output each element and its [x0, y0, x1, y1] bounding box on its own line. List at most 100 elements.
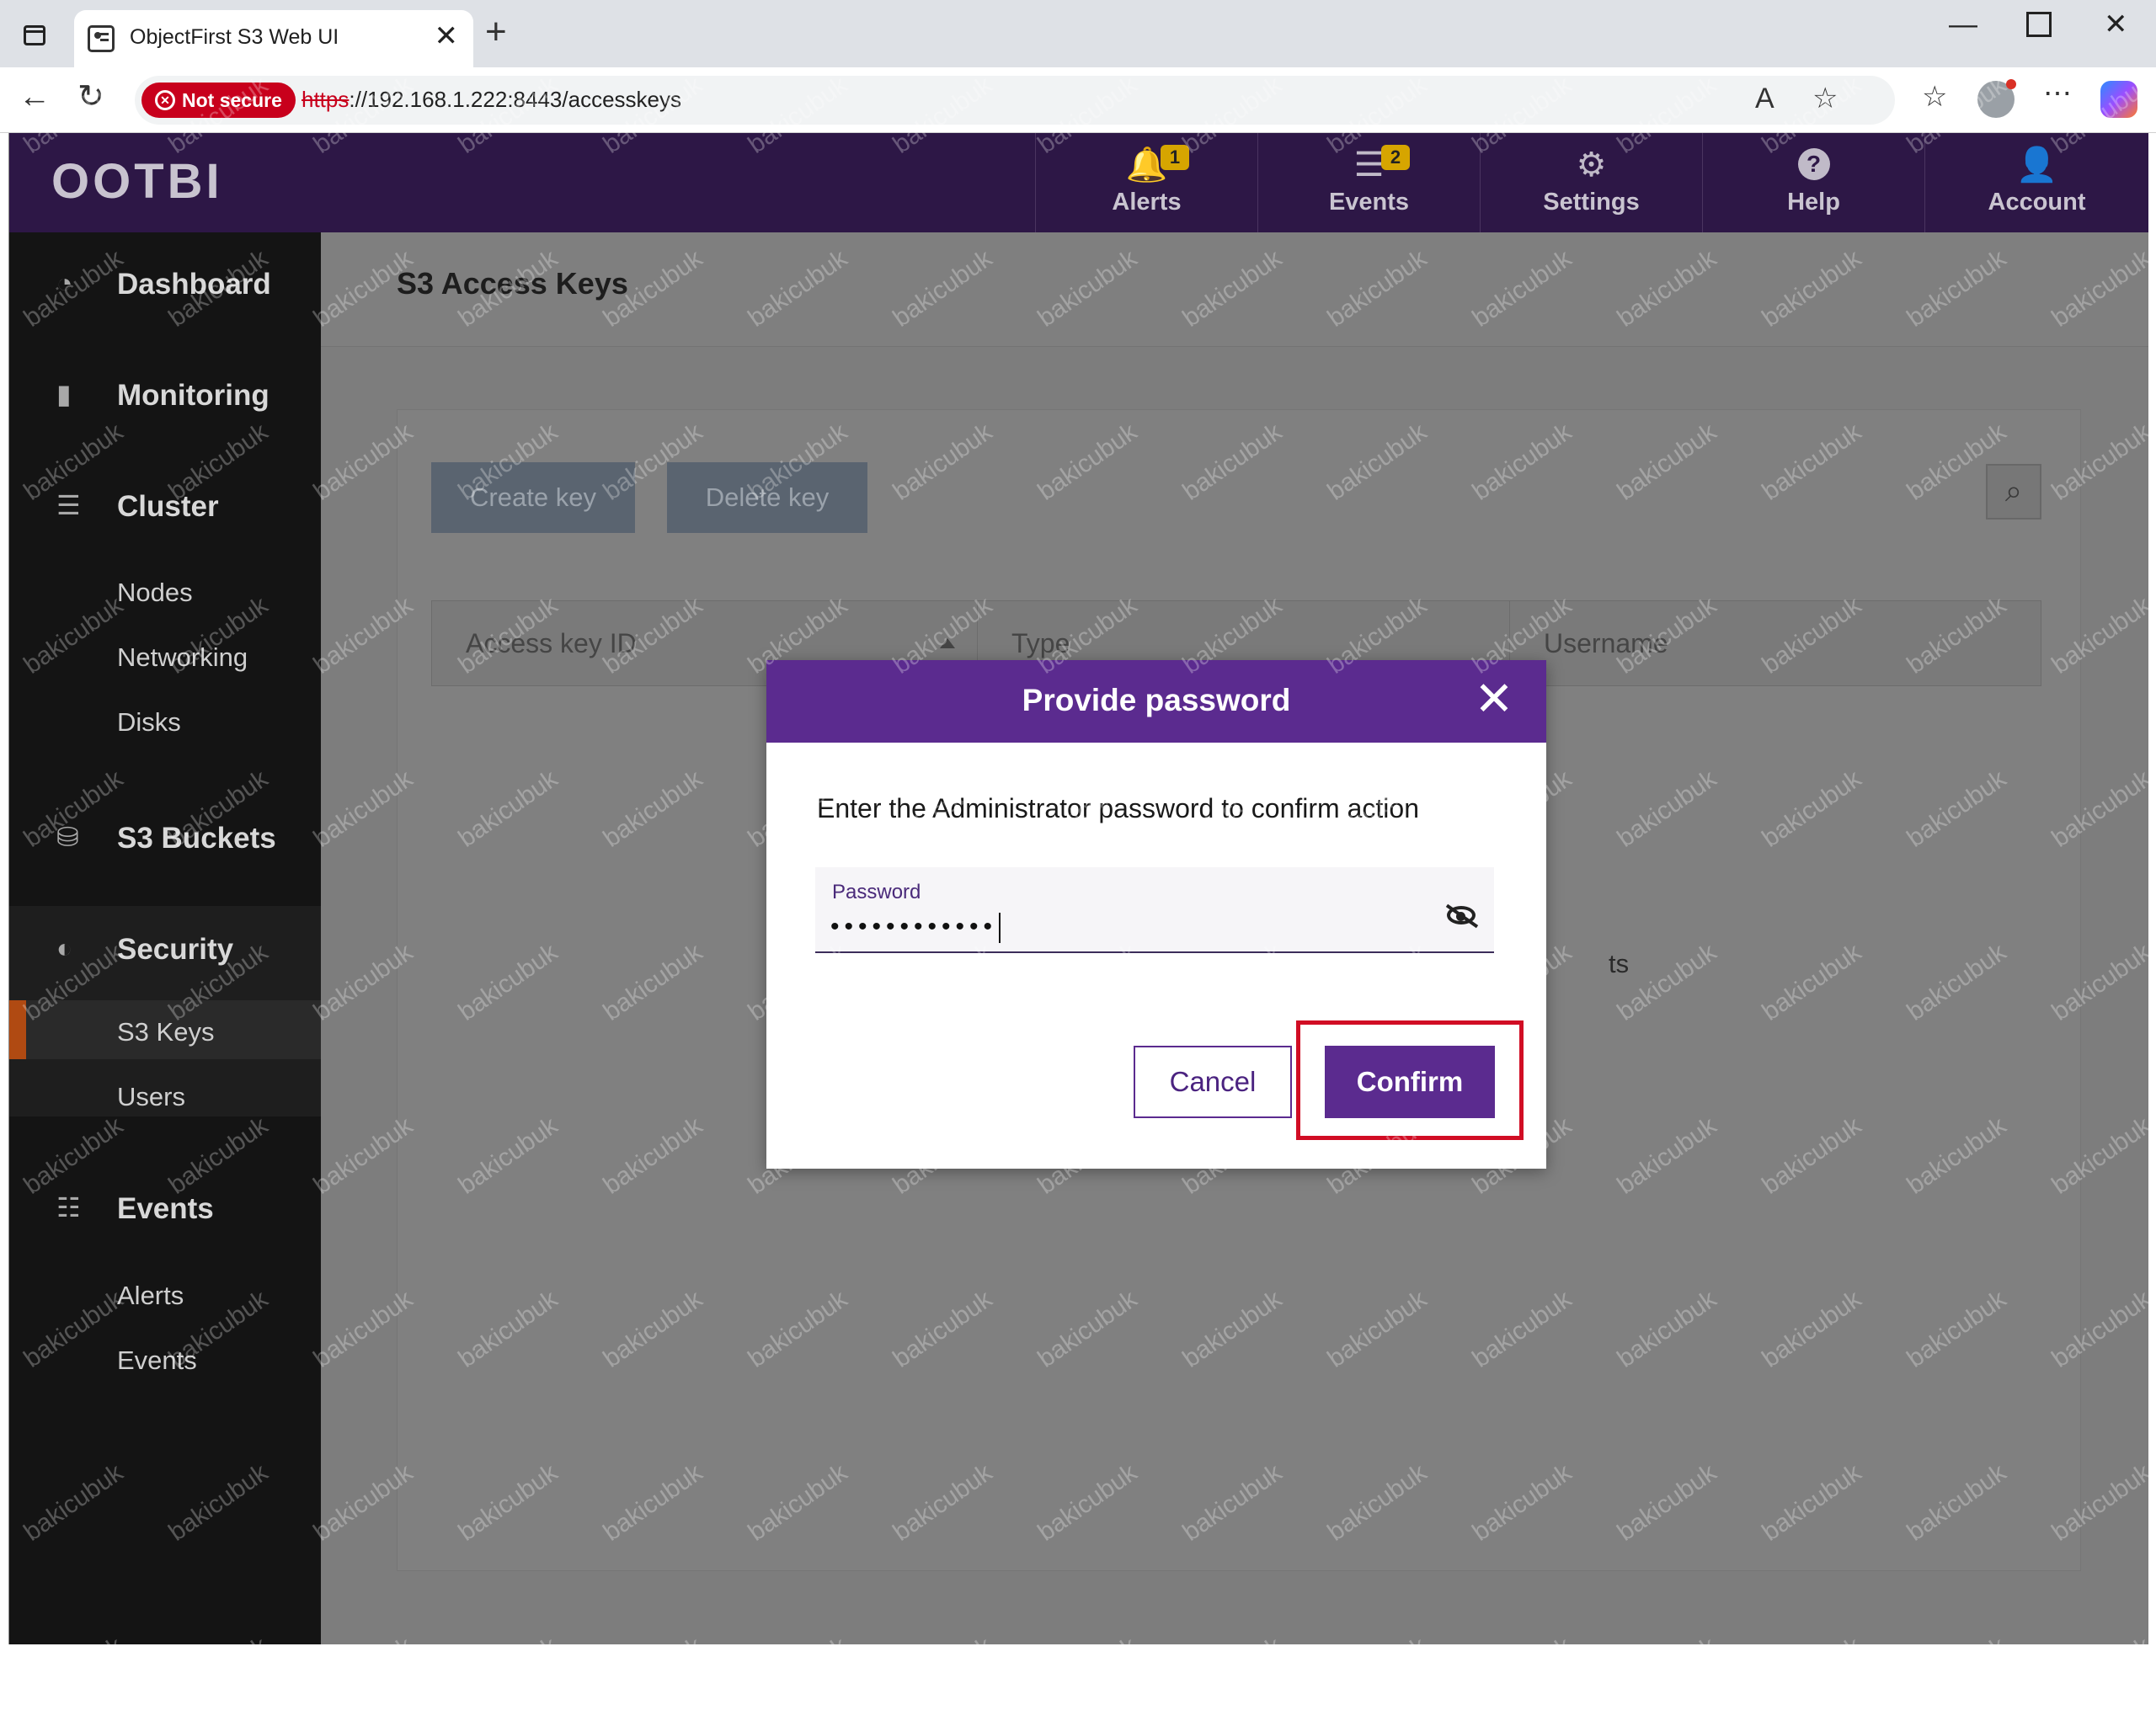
sidebar-item-s3-keys[interactable]: S3 Keys	[9, 1000, 321, 1059]
sidebar-users-label: Users	[117, 1082, 185, 1111]
help-icon: ?	[1797, 148, 1830, 180]
hide-password-eye-icon[interactable]	[1445, 903, 1479, 929]
header-settings-label: Settings	[1543, 189, 1640, 216]
gear-icon: ⚙	[1576, 147, 1607, 184]
sidebar-monitoring-label: Monitoring	[117, 379, 270, 412]
sidebar-item-events[interactable]: ☷ Events	[9, 1157, 321, 1258]
dialog-message: Enter the Administrator password to conf…	[817, 793, 1419, 823]
favorites-list-icon[interactable]: ☆	[1922, 83, 1947, 111]
create-key-button[interactable]: Create key	[431, 462, 635, 533]
column-access-key-id-label: Access key ID	[466, 628, 637, 658]
sidebar-item-disks[interactable]: Disks	[9, 690, 321, 749]
dashboard-gauge-icon: ◔	[56, 268, 73, 298]
close-icon[interactable]: ✕	[1467, 672, 1521, 726]
sidebar-cluster-label: Cluster	[117, 490, 219, 523]
sidebar-item-users[interactable]: Users	[9, 1065, 321, 1124]
column-type-label: Type	[1011, 628, 1070, 658]
sidebar-events-label: Events	[117, 1192, 214, 1225]
sidebar-item-dashboard[interactable]: ◔ Dashboard	[9, 232, 321, 333]
watermark-text: bakicubuk	[598, 1632, 708, 1720]
password-input[interactable]: ••••••••••••	[830, 913, 1001, 944]
password-label: Password	[832, 881, 921, 903]
browser-tab-strip: ObjectFirst S3 Web UI ✕ + — ✕	[0, 0, 2156, 67]
sidebar-toggle-icon[interactable]	[19, 20, 49, 51]
tab-title: ObjectFirst S3 Web UI	[130, 25, 339, 49]
watermark-text: bakicubuk	[1033, 1632, 1143, 1720]
copilot-icon[interactable]	[2100, 81, 2137, 118]
header-help-label: Help	[1787, 189, 1840, 216]
empty-state-text-partial: ts	[1609, 949, 1630, 978]
server-stack-icon: ☰	[56, 490, 81, 520]
back-icon[interactable]: ←	[19, 81, 51, 113]
password-mask: ••••••••••••	[830, 913, 998, 940]
sidebar-nodes-label: Nodes	[117, 578, 193, 607]
header-account[interactable]: 👤 Account	[1924, 133, 2148, 232]
tab-close-icon[interactable]: ✕	[435, 22, 459, 51]
column-username-label: Username	[1544, 628, 1668, 658]
new-tab-icon[interactable]: +	[485, 13, 507, 51]
header-help[interactable]: ? Help	[1702, 133, 1924, 232]
site-favicon-icon	[88, 25, 115, 52]
header-events[interactable]: ☰ 2 Events	[1257, 133, 1480, 232]
sidebar-s3-keys-label: S3 Keys	[117, 1017, 215, 1047]
sidebar-events-list-label: Events	[117, 1345, 197, 1375]
sidebar-item-cluster[interactable]: ☰ Cluster	[9, 455, 321, 556]
shield-icon: ◐	[56, 933, 73, 963]
column-username[interactable]: Username	[1510, 601, 2041, 685]
watermark-text: bakicubuk	[1612, 1632, 1722, 1720]
url-text[interactable]: https://192.168.1.222:8443/accesskeys	[302, 87, 681, 113]
delete-key-button[interactable]: Delete key	[667, 462, 867, 533]
not-secure-label: Not secure	[182, 89, 282, 111]
watermark-text: bakicubuk	[1177, 1632, 1288, 1720]
app-logo[interactable]: OOTBI	[51, 153, 223, 210]
not-secure-badge[interactable]: ✕ Not secure	[141, 83, 296, 118]
events-list-icon: ☰	[1353, 147, 1385, 184]
password-field[interactable]: Password ••••••••••••	[815, 867, 1494, 953]
sidebar-s3-buckets-label: S3 Buckets	[117, 822, 276, 855]
bar-chart-icon: ▮	[56, 379, 72, 409]
header-events-label: Events	[1328, 189, 1410, 216]
more-menu-icon[interactable]: ⋯	[2043, 79, 2072, 108]
sidebar-networking-label: Networking	[117, 642, 248, 672]
bucket-icon: ⛁	[56, 822, 79, 852]
header-settings[interactable]: ⚙ Settings	[1480, 133, 1702, 232]
watermark-text: bakicubuk	[453, 1632, 563, 1720]
dialog-header: Provide password ✕	[766, 660, 1546, 743]
app-header: OOTBI 🔔 1 Alerts ☰ 2 Events ⚙ Settings ?…	[9, 133, 2148, 232]
sort-ascending-icon[interactable]	[940, 638, 955, 648]
cancel-button[interactable]: Cancel	[1134, 1046, 1292, 1118]
sidebar-disks-label: Disks	[117, 707, 181, 737]
watermark-text: bakicubuk	[1467, 1632, 1577, 1720]
clipboard-list-icon: ☷	[56, 1192, 81, 1223]
watermark-text: bakicubuk	[163, 1632, 274, 1720]
dialog-title: Provide password	[1022, 683, 1291, 717]
sidebar-item-monitoring[interactable]: ▮ Monitoring	[9, 344, 321, 445]
watermark-text: bakicubuk	[1902, 1632, 2012, 1720]
header-account-label: Account	[1988, 189, 2086, 216]
search-icon[interactable]: ⌕	[1986, 464, 2041, 519]
profile-avatar[interactable]	[1977, 79, 2016, 118]
watermark-text: bakicubuk	[888, 1632, 998, 1720]
url-path: ://192.168.1.222:8443/accesskeys	[349, 87, 681, 112]
maximize-icon[interactable]	[2026, 12, 2052, 37]
window-close-icon[interactable]: ✕	[2104, 10, 2128, 39]
watermark-text: bakicubuk	[743, 1632, 853, 1720]
header-alerts[interactable]: 🔔 1 Alerts	[1035, 133, 1257, 232]
sidebar-item-nodes[interactable]: Nodes	[9, 561, 321, 620]
sidebar-item-s3-buckets[interactable]: ⛁ S3 Buckets	[9, 786, 321, 887]
reload-icon[interactable]: ↻	[77, 81, 104, 113]
read-aloud-icon[interactable]: A	[1755, 84, 1774, 113]
url-box[interactable]: ✕ Not secure https://192.168.1.222:8443/…	[135, 76, 1895, 125]
sidebar: ◔ Dashboard ▮ Monitoring ☰ Cluster Nodes…	[9, 232, 321, 1644]
sidebar-item-alerts[interactable]: Alerts	[9, 1264, 321, 1323]
text-caret	[999, 913, 1001, 944]
browser-tab[interactable]: ObjectFirst S3 Web UI ✕	[74, 10, 473, 67]
confirm-highlight-box	[1296, 1020, 1524, 1140]
sidebar-item-security[interactable]: ◐ Security	[9, 898, 321, 999]
minimize-icon[interactable]: —	[1949, 10, 1977, 39]
warning-shield-icon: ✕	[155, 90, 175, 110]
favorite-star-icon[interactable]: ☆	[1812, 84, 1838, 113]
sidebar-item-networking[interactable]: Networking	[9, 626, 321, 685]
sidebar-item-events-list[interactable]: Events	[9, 1329, 321, 1388]
watermark-text: bakicubuk	[1757, 1632, 1867, 1720]
